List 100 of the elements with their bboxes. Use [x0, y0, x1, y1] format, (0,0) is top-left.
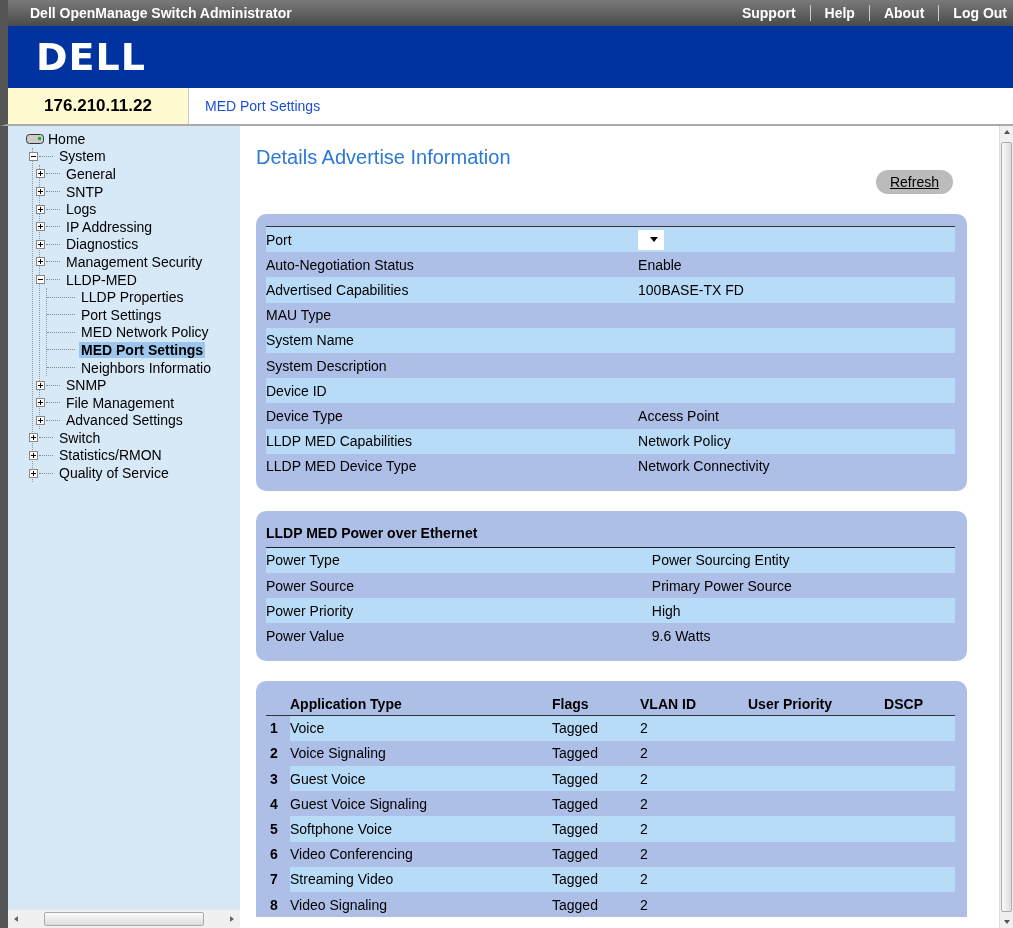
left-arrow-icon[interactable]	[14, 916, 18, 922]
tree-item[interactable]: System	[57, 148, 108, 165]
table-cell: Voice	[290, 715, 552, 741]
table-cell: Tagged	[552, 766, 640, 792]
refresh-button[interactable]: Refresh	[875, 170, 953, 194]
expand-icon[interactable]	[36, 380, 45, 390]
tree-item[interactable]: Management Security	[64, 253, 205, 270]
tree-item[interactable]: SNMP	[64, 377, 109, 394]
right-arrow-icon[interactable]	[230, 916, 234, 922]
header-link[interactable]: Help	[809, 5, 869, 21]
expand-icon[interactable]	[36, 257, 45, 267]
tree-item[interactable]: Switch	[57, 429, 103, 446]
page-title: Details Advertise Information	[256, 146, 512, 169]
expand-icon[interactable]	[36, 187, 45, 197]
tree-item[interactable]: LLDP-MED	[64, 271, 139, 288]
horizontal-scrollbar[interactable]	[8, 910, 240, 928]
field-value: 9.6 Watts	[651, 628, 711, 645]
tree-item[interactable]: Port Settings	[79, 306, 164, 323]
column-header: DSCP	[860, 692, 955, 716]
tree-item[interactable]: IP Addressing	[64, 218, 155, 235]
table-cell: Tagged	[552, 715, 640, 741]
field-value: High	[651, 602, 681, 619]
field-label: Power Source	[266, 573, 652, 599]
field-label: MAU Type	[266, 302, 639, 328]
tree-item[interactable]: Statistics/RMON	[57, 447, 164, 464]
table-cell: 2	[640, 791, 748, 817]
header-link[interactable]: Support	[727, 5, 810, 21]
field-label: Port	[266, 226, 639, 253]
table-cell: Video Signaling	[290, 891, 552, 918]
tree-item[interactable]: File Management	[64, 394, 177, 411]
expand-icon[interactable]	[36, 169, 45, 179]
field-label: LLDP MED Device Type	[266, 453, 639, 479]
tree-item[interactable]: Diagnostics	[64, 236, 141, 253]
field-value: Access Point	[638, 407, 719, 424]
table-cell: 2	[640, 866, 748, 892]
table-cell: Tagged	[552, 816, 640, 842]
port-dropdown[interactable]	[638, 229, 665, 250]
expand-icon[interactable]	[36, 415, 45, 425]
field-label: Device ID	[266, 378, 639, 404]
table-cell: Tagged	[552, 841, 640, 867]
expand-icon[interactable]	[36, 204, 45, 214]
drive-icon	[26, 133, 44, 144]
tree-item[interactable]: Advanced Settings	[64, 412, 185, 429]
up-arrow-icon[interactable]	[1003, 130, 1010, 134]
header-link[interactable]: About	[868, 5, 939, 21]
collapse-icon[interactable]	[36, 275, 45, 285]
breadcrumb[interactable]: MED Port Settings	[205, 98, 321, 114]
field-value: 100BASE-TX FD	[638, 281, 744, 298]
table-cell: 2	[640, 816, 748, 842]
table-cell: 2	[640, 740, 748, 766]
table-cell: Tagged	[552, 791, 640, 817]
caret-icon	[650, 237, 659, 243]
down-arrow-icon[interactable]	[1003, 920, 1010, 924]
field-value: Primary Power Source	[651, 577, 792, 594]
tree-item[interactable]: Logs	[64, 201, 99, 218]
table-cell: Voice Signaling	[290, 740, 552, 766]
table-cell: Video Conferencing	[290, 841, 552, 867]
tree-item[interactable]: General	[64, 166, 118, 182]
table-cell: Softphone Voice	[290, 816, 552, 842]
tree-item[interactable]: Neighbors Informatio	[79, 359, 213, 376]
field-label: LLDP MED Capabilities	[266, 428, 639, 454]
tree-item[interactable]: SNTP	[64, 183, 106, 200]
window-title: Dell OpenManage Switch Administrator	[30, 5, 292, 21]
field-label: Power Type	[266, 547, 652, 574]
logo: DELL	[36, 35, 146, 79]
collapse-icon[interactable]	[29, 151, 38, 161]
field-value: Network Connectivity	[638, 458, 770, 475]
field-label: Auto-Negotiation Status	[266, 252, 639, 278]
column-header: User Priority	[748, 692, 861, 716]
field-value: Network Policy	[638, 433, 731, 450]
expand-icon[interactable]	[29, 451, 38, 460]
expand-icon[interactable]	[36, 398, 45, 408]
vertical-scrollbar[interactable]	[999, 126, 1013, 928]
section-title: LLDP MED Power over Ethernet	[266, 522, 955, 548]
tree-item[interactable]: MED Port Settings	[79, 341, 206, 358]
table-cell: 2	[640, 841, 748, 867]
field-label: Device Type	[266, 403, 639, 429]
field-value: Power Sourcing Entity	[651, 552, 790, 569]
expand-icon[interactable]	[29, 433, 38, 443]
table-cell: 2	[640, 891, 748, 918]
tree-item[interactable]: LLDP Properties	[79, 289, 186, 306]
field-label: Power Priority	[266, 598, 652, 624]
column-header: Application Type	[290, 692, 552, 716]
column-header: Flags	[552, 692, 640, 716]
table-cell: 2	[640, 715, 748, 741]
table-cell: Guest Voice	[290, 766, 552, 792]
table-cell: 2	[640, 766, 748, 792]
tree-item[interactable]: MED Network Policy	[79, 324, 211, 341]
tree-item[interactable]: Quality of Service	[57, 465, 171, 482]
table-cell: Tagged	[552, 891, 640, 918]
expand-icon[interactable]	[29, 468, 38, 478]
table-cell: Tagged	[552, 740, 640, 766]
expand-icon[interactable]	[36, 222, 45, 232]
field-label: System Description	[266, 352, 639, 379]
field-label: Power Value	[266, 623, 652, 649]
tree-item[interactable]: Home	[46, 130, 88, 147]
expand-icon[interactable]	[36, 239, 45, 249]
field-label: Advertised Capabilities	[266, 277, 639, 303]
field-value: Enable	[638, 256, 682, 273]
header-link[interactable]: Log Out	[938, 5, 1013, 21]
